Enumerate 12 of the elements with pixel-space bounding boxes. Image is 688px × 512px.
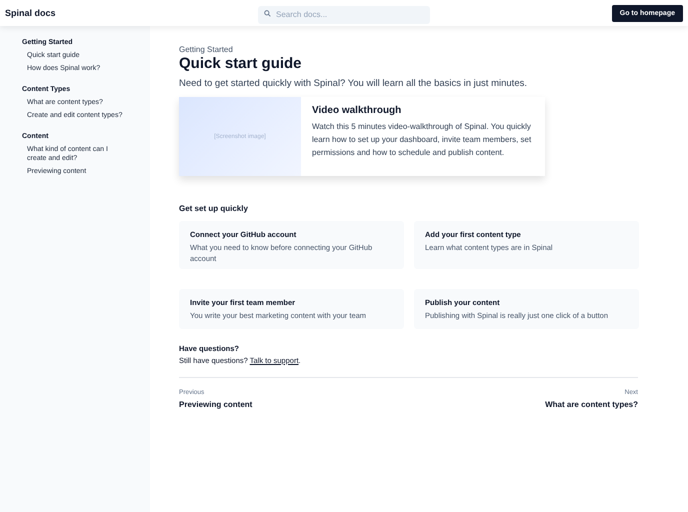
- page-title: Quick start guide: [179, 55, 303, 72]
- video-description: Watch this 5 minutes video-walkthrough of Spinal. You quickly learn how to set up your dashboard, invite team members, set permissions and how to schedule and publish content.: [312, 121, 532, 159]
- section-heading: Get set up quickly: [179, 204, 249, 213]
- video-card[interactable]: [179, 97, 545, 176]
- search-field[interactable]: Search docs...: [258, 6, 430, 24]
- site-logo[interactable]: Spinal docs: [5, 8, 205, 18]
- video-title: Video walkthrough: [312, 105, 402, 116]
- previous-link[interactable]: Previewing content: [179, 400, 252, 409]
- next-link[interactable]: What are content types?: [545, 400, 638, 409]
- search-icon: [264, 10, 271, 17]
- lead-text: Need to get started quickly with Spinal? You will learn all the basics in just minutes.: [179, 78, 528, 89]
- breadcrumb: Getting Started: [179, 45, 234, 54]
